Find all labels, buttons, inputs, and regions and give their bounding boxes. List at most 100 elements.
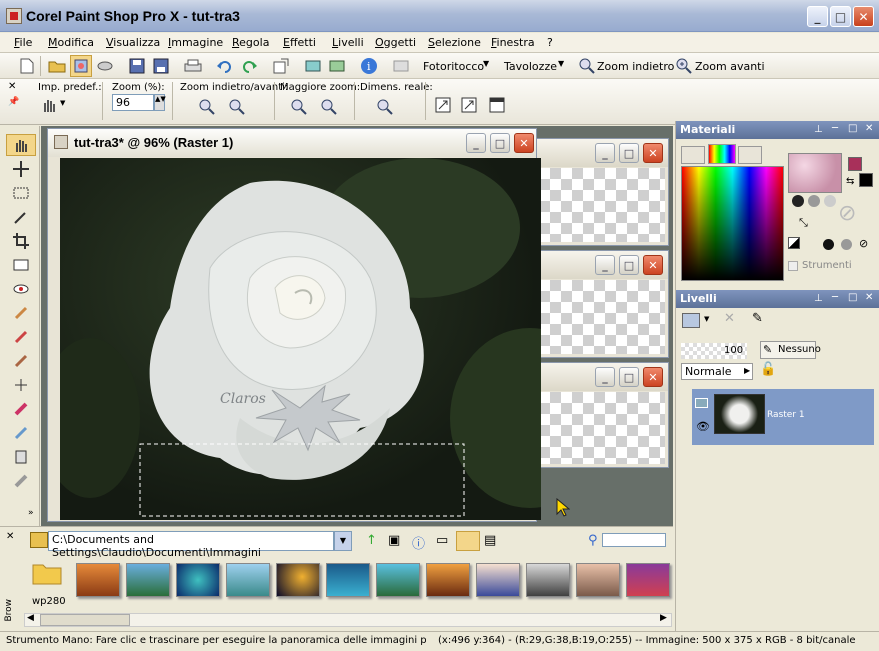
minimize-button[interactable]: _	[807, 6, 828, 27]
maximize-button[interactable]: □	[619, 367, 639, 387]
up-folder-icon[interactable]: ↑	[366, 533, 377, 548]
actual-size-icon[interactable]	[374, 96, 396, 118]
image-thumbnail-6[interactable]	[326, 563, 370, 597]
image-thumbnail-2[interactable]	[126, 563, 170, 597]
copy-folder-icon[interactable]: ▣	[388, 533, 400, 548]
minimize-button[interactable]: _	[595, 255, 615, 275]
visibility-eye-icon[interactable]: 👁	[696, 420, 710, 433]
close-button[interactable]: ✕	[643, 255, 663, 275]
fill-tool-icon[interactable]	[6, 422, 36, 444]
replace-tool-icon[interactable]	[6, 374, 36, 396]
scroll-left-icon[interactable]: ◀	[27, 613, 34, 623]
foreground-texture-swatch[interactable]	[788, 153, 842, 193]
active-document-window[interactable]: tut-tra3* @ 96% (Raster 1) _ □ ✕ Claros	[40, 128, 610, 522]
browser-path-input[interactable]: C:\Documents and Settings\Claudio\Docume…	[48, 531, 334, 559]
eraser-icon[interactable]	[390, 55, 412, 77]
open-folder-icon[interactable]	[46, 55, 68, 77]
details-view-icon[interactable]: ▤	[484, 533, 496, 548]
crop-tool-icon[interactable]	[6, 230, 36, 252]
email-icon[interactable]	[302, 55, 324, 77]
folder-label[interactable]: wp280	[32, 596, 66, 607]
swap-colors-icon[interactable]: ⇆	[846, 176, 854, 187]
menu-regola[interactable]: Regola	[232, 36, 269, 49]
undo-icon[interactable]	[214, 55, 236, 77]
fotoritocco-label[interactable]: Fotoritocco	[423, 60, 484, 73]
clone-tool-icon[interactable]	[6, 302, 36, 324]
delete-layer-icon[interactable]: ✕	[724, 311, 735, 326]
menu-finestra[interactable]: Finestra	[491, 36, 535, 49]
chevron-down-icon[interactable]: ▼	[558, 59, 564, 68]
transparent-canvas[interactable]	[539, 280, 665, 354]
redo-icon[interactable]	[238, 55, 260, 77]
new-folder-icon[interactable]: ▭	[436, 533, 448, 548]
image-thumbnail-11[interactable]	[576, 563, 620, 597]
eraser-tool-icon[interactable]	[6, 398, 36, 420]
pin-icon[interactable]: 📌	[8, 97, 19, 107]
maximize-button[interactable]: □	[619, 143, 639, 163]
hand-tool-icon[interactable]	[38, 94, 60, 116]
pan-tool-icon[interactable]	[6, 134, 36, 156]
tab-rainbow-icon[interactable]	[708, 144, 736, 164]
close-button[interactable]: ✕	[643, 367, 663, 387]
opacity-value[interactable]: 100	[724, 345, 743, 356]
image-canvas[interactable]: Claros	[40, 158, 610, 520]
foreground-color-swatch[interactable]	[848, 157, 862, 171]
document-window-3[interactable]: _ □ ✕	[536, 250, 669, 358]
text-tool-icon[interactable]	[6, 446, 36, 468]
deform-tool-icon[interactable]	[6, 254, 36, 276]
close-icon[interactable]: ✕	[865, 123, 873, 134]
chevron-right-icon[interactable]: ▶	[744, 366, 750, 375]
menu-oggetti[interactable]: Oggetti	[375, 36, 416, 49]
zoom-spinner[interactable]: ▲▼	[154, 94, 166, 111]
chevron-down-icon[interactable]: ▼	[483, 59, 489, 68]
zoom-in-icon[interactable]	[673, 55, 695, 77]
image-thumbnail-7[interactable]	[376, 563, 420, 597]
pin-icon[interactable]: ⊥	[814, 124, 823, 135]
move-tool-icon[interactable]	[6, 158, 36, 180]
thumbnail-view-icon[interactable]	[456, 531, 480, 551]
close-icon[interactable]: ✕	[865, 292, 873, 303]
close-icon[interactable]: ✕	[8, 81, 16, 92]
menu-visualizza[interactable]: Visualizza	[106, 36, 160, 49]
no-texture-icon[interactable]: ⊘	[838, 201, 856, 226]
document-window-4[interactable]: _ □ ✕	[536, 362, 669, 468]
shape-tool-icon[interactable]	[6, 470, 36, 492]
maximize-icon[interactable]: □	[848, 123, 857, 134]
print-icon[interactable]	[182, 55, 204, 77]
transparent-canvas[interactable]	[539, 392, 665, 464]
app-icon[interactable]	[6, 8, 22, 24]
menu-modifica[interactable]: Modifica	[48, 36, 94, 49]
tavolozze-label[interactable]: Tavolozze	[504, 60, 557, 73]
image-thumbnail-8[interactable]	[426, 563, 470, 597]
zoom-in-icon[interactable]	[226, 96, 248, 118]
share-icon[interactable]	[326, 55, 348, 77]
zoom-out-icon[interactable]	[576, 55, 598, 77]
solid-color-icon[interactable]	[823, 239, 834, 250]
layer-name[interactable]: Raster 1	[767, 410, 805, 420]
zoom-in-label[interactable]: Zoom avanti	[695, 60, 765, 73]
menu-effetti[interactable]: Effetti	[283, 36, 316, 49]
pin-icon[interactable]: ⊥	[814, 293, 823, 304]
save-as-icon[interactable]	[150, 55, 172, 77]
scroll-right-icon[interactable]: ▶	[660, 613, 667, 623]
gradient-icon[interactable]	[808, 195, 820, 207]
minimize-button[interactable]: _	[595, 143, 615, 163]
bg-gradient-icon[interactable]	[841, 239, 852, 250]
more-tools-icon[interactable]: »	[28, 508, 34, 518]
image-thumbnail-9[interactable]	[476, 563, 520, 597]
tab-frame-icon[interactable]	[681, 146, 705, 164]
resize-icon[interactable]	[270, 55, 292, 77]
browse-icon[interactable]	[70, 55, 92, 77]
transparent-canvas[interactable]	[539, 168, 665, 242]
info-icon[interactable]: i	[358, 55, 380, 77]
layer-properties-icon[interactable]: ✎	[752, 311, 763, 326]
minimize-icon[interactable]: ─	[832, 123, 838, 134]
new-file-icon[interactable]	[16, 55, 38, 77]
zoom-out-label[interactable]: Zoom indietro	[597, 60, 674, 73]
save-icon[interactable]	[126, 55, 148, 77]
color-spectrum[interactable]	[681, 166, 784, 281]
pattern-icon[interactable]	[824, 195, 836, 207]
window-icon[interactable]	[486, 94, 508, 116]
menu-help[interactable]: ?	[547, 36, 553, 49]
maximize-button[interactable]: □	[830, 6, 851, 27]
